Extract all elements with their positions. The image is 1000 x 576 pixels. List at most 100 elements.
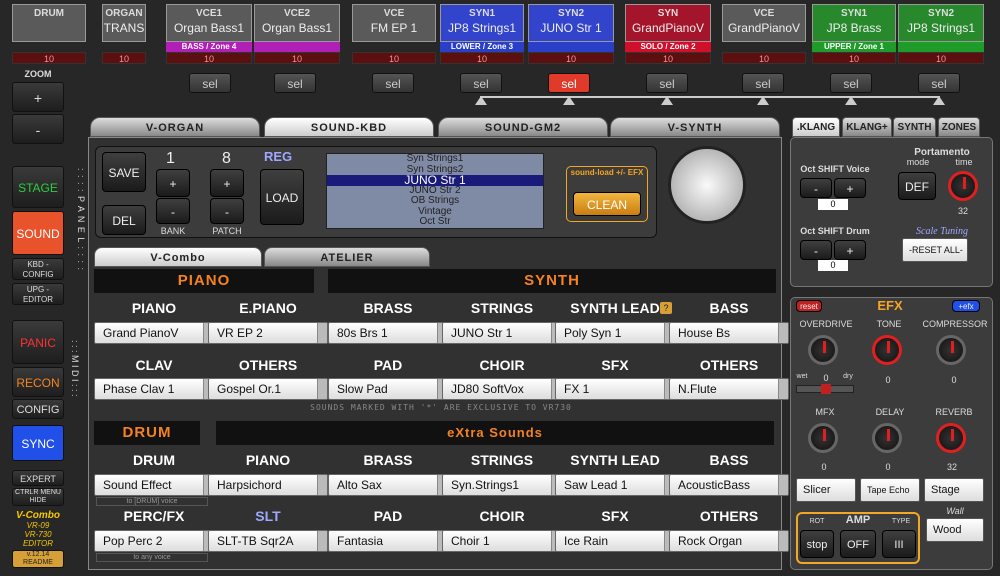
voice-slot-9[interactable]: SYN1 JP8 Brass UPPER / Zone 1 10: [812, 4, 896, 66]
load-button[interactable]: LOAD: [260, 169, 304, 225]
zoom-out-button[interactable]: -: [12, 114, 64, 144]
voice-slot-5[interactable]: SYN1 JP8 Strings1 LOWER / Zone 3 10: [440, 4, 524, 66]
amp-off-button[interactable]: OFF: [840, 530, 876, 558]
sel-button-3[interactable]: sel: [460, 73, 502, 93]
sound-dropdown[interactable]: Syn.Strings1: [442, 474, 562, 496]
sound-dropdown[interactable]: Rock Organ: [669, 530, 789, 552]
reset-all-dropdown[interactable]: -RESET ALL-: [902, 238, 968, 262]
right-tab-0[interactable]: .KLANG: [792, 117, 840, 137]
tab-sound-kbd[interactable]: SOUND-KBD: [264, 117, 434, 137]
voice-slot-8[interactable]: VCE GrandPianoV 10: [722, 4, 806, 66]
slot-value[interactable]: 10: [722, 52, 806, 64]
patch-list-item[interactable]: OB Strings: [327, 195, 543, 207]
slot-header[interactable]: VCE GrandPianoV: [722, 4, 806, 42]
slot-header[interactable]: VCE FM EP 1: [352, 4, 436, 42]
sound-dropdown[interactable]: Ice Rain: [555, 530, 675, 552]
slot-header[interactable]: VCE2 Organ Bass1: [254, 4, 340, 42]
delay-type-dropdown[interactable]: Tape Echo: [860, 478, 920, 502]
zoom-in-button[interactable]: +: [12, 82, 64, 112]
right-tab-2[interactable]: SYNTH: [893, 117, 936, 137]
sound-button[interactable]: SOUND: [12, 211, 64, 255]
sel-button-1[interactable]: sel: [274, 73, 316, 93]
slot-value[interactable]: 10: [12, 52, 86, 64]
amp-type-button[interactable]: III: [882, 530, 916, 558]
sound-dropdown[interactable]: Phase Clav 1: [94, 378, 214, 400]
sound-dropdown[interactable]: Harpsichord: [208, 474, 328, 496]
slot-value[interactable]: 10: [625, 52, 711, 64]
voice-slot-6[interactable]: SYN2 JUNO Str 1 10: [528, 4, 614, 66]
slot-value[interactable]: 10: [166, 52, 252, 64]
sound-dropdown[interactable]: Grand PianoV: [94, 322, 214, 344]
voice-slot-7[interactable]: SYN GrandPianoV SOLO / Zone 2 10: [625, 4, 711, 66]
sound-dropdown[interactable]: Gospel Or.1: [208, 378, 328, 400]
slot-value[interactable]: 10: [528, 52, 614, 64]
slider-thumb[interactable]: [821, 384, 831, 394]
slot-header[interactable]: ORGAN TRANS: [102, 4, 146, 42]
ctrlr-menu-button[interactable]: CTRLR MENU HIDE: [12, 488, 64, 506]
save-button[interactable]: SAVE: [102, 152, 146, 192]
sel-button-6[interactable]: sel: [742, 73, 784, 93]
slot-value[interactable]: 10: [812, 52, 896, 64]
sound-dropdown[interactable]: Pop Perc 2: [94, 530, 214, 552]
recon-button[interactable]: RECON: [12, 367, 64, 397]
mfx-knob[interactable]: [808, 423, 838, 453]
tab-v-organ[interactable]: V-ORGAN: [90, 117, 260, 137]
voice-slot-1[interactable]: ORGAN TRANS 10: [102, 4, 146, 66]
wall-dropdown[interactable]: Wood: [926, 518, 984, 542]
reverb-type-dropdown[interactable]: Stage: [924, 478, 984, 502]
patch-list-item[interactable]: Syn Strings1: [327, 154, 543, 165]
kbd-config-button[interactable]: KBD - CONFIG: [12, 258, 64, 280]
oct-drum-plus-button[interactable]: +: [834, 240, 866, 260]
sound-dropdown[interactable]: Poly Syn 1: [555, 322, 675, 344]
right-tab-3[interactable]: ZONES: [938, 117, 980, 137]
sound-dropdown[interactable]: FX 1: [555, 378, 675, 400]
slot-header[interactable]: VCE1 Organ Bass1: [166, 4, 252, 42]
sel-button-8[interactable]: sel: [918, 73, 960, 93]
sound-dropdown[interactable]: Choir 1: [442, 530, 562, 552]
tab-sound-gm2[interactable]: SOUND-GM2: [438, 117, 608, 137]
delay-knob[interactable]: [872, 423, 902, 453]
sound-dropdown[interactable]: JUNO Str 1: [442, 322, 562, 344]
sound-dropdown[interactable]: N.Flute: [669, 378, 789, 400]
slot-header[interactable]: SYN2 JP8 Strings1: [898, 4, 984, 42]
slot-header[interactable]: SYN1 JP8 Brass: [812, 4, 896, 42]
patch-list-item[interactable]: Oct Str: [327, 216, 543, 228]
sound-dropdown[interactable]: VR EP 2: [208, 322, 328, 344]
tone-knob[interactable]: [872, 335, 902, 365]
rot-stop-button[interactable]: stop: [800, 530, 834, 558]
panic-button[interactable]: PANIC: [12, 320, 64, 364]
portamento-def-button[interactable]: DEF: [898, 172, 936, 200]
sound-dropdown[interactable]: Saw Lead 1: [555, 474, 675, 496]
clean-button[interactable]: CLEAN: [573, 192, 641, 216]
version-readme-button[interactable]: v.12.14 README: [12, 550, 64, 568]
sound-dropdown[interactable]: 80s Brs 1: [328, 322, 448, 344]
slot-value[interactable]: 10: [440, 52, 524, 64]
sel-button-5[interactable]: sel: [646, 73, 688, 93]
efx-reset-button[interactable]: reset: [796, 300, 822, 312]
sync-button[interactable]: SYNC: [12, 425, 64, 461]
sel-button-7[interactable]: sel: [830, 73, 872, 93]
sel-button-4[interactable]: sel: [548, 73, 590, 93]
config-button[interactable]: CONFIG: [12, 399, 64, 419]
bank-plus-button[interactable]: +: [156, 169, 190, 197]
sound-dropdown[interactable]: Sound Effect: [94, 474, 214, 496]
slot-value[interactable]: 10: [102, 52, 146, 64]
voice-slot-3[interactable]: VCE2 Organ Bass1 10: [254, 4, 340, 66]
slot-header[interactable]: DRUM: [12, 4, 86, 42]
sound-dropdown[interactable]: Fantasia: [328, 530, 448, 552]
wet-dry-slider[interactable]: [796, 384, 854, 394]
volume-dial[interactable]: [668, 146, 746, 224]
upg-editor-button[interactable]: UPG - EDITOR: [12, 283, 64, 305]
oct-drum-minus-button[interactable]: -: [800, 240, 832, 260]
reverb-knob[interactable]: [936, 423, 966, 453]
sound-dropdown[interactable]: SLT-TB Sqr2A: [208, 530, 328, 552]
subtab-atelier[interactable]: ATELIER: [264, 247, 430, 267]
patch-minus-button[interactable]: -: [210, 198, 244, 224]
right-tab-1[interactable]: KLANG+: [842, 117, 892, 137]
patch-list[interactable]: Syn Strings1 Syn Strings2 JUNO Str 1 JUNO S…: [326, 153, 544, 229]
voice-slot-4[interactable]: VCE FM EP 1 10: [352, 4, 436, 66]
portamento-time-knob[interactable]: [948, 171, 978, 201]
sel-button-2[interactable]: sel: [372, 73, 414, 93]
slot-header[interactable]: SYN2 JUNO Str 1: [528, 4, 614, 42]
slot-header[interactable]: SYN1 JP8 Strings1: [440, 4, 524, 42]
